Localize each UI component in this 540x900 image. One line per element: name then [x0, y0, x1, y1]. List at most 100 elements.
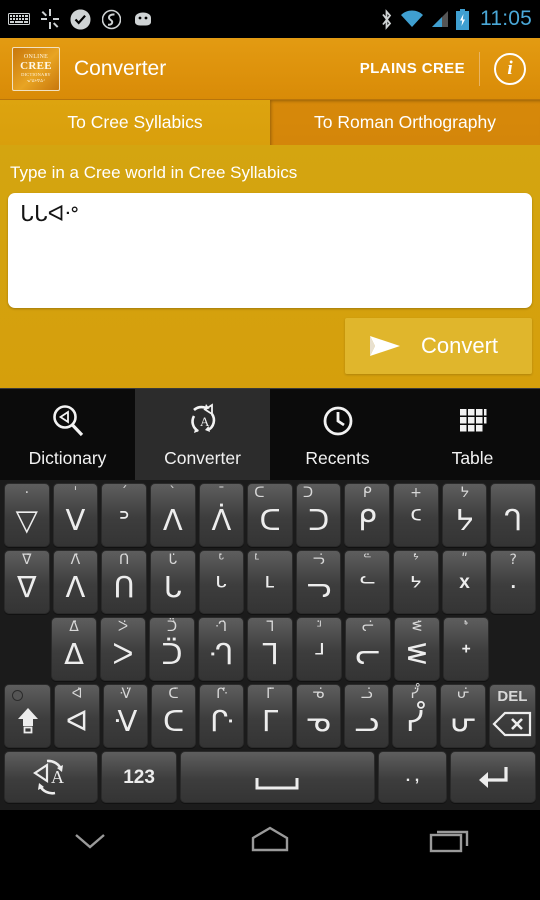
key-row3-7[interactable]: ᓬ̇ ᓬ [394, 617, 440, 681]
converter-panel: Type in a Cree world in Cree Syllabics ᒐ… [0, 145, 540, 388]
key-row1-1[interactable]: ˈᐯ [52, 483, 99, 547]
key-label: ᕂ [449, 703, 477, 738]
key-hint: ˈ [73, 485, 78, 501]
key-row4-4[interactable]: ᒕ̇ ᒕ [199, 684, 245, 748]
key-row2-8[interactable]: ᔾ̇ ᔾ [393, 550, 439, 614]
key-row2-4[interactable]: ᒡ̇ ᒡ [198, 550, 245, 614]
nav-item-converter[interactable]: A Converter [135, 389, 270, 480]
tab-bar: To Cree Syllabics To Roman Orthography [0, 100, 540, 145]
key-row4-5[interactable]: ᒥ̇ ᒥ [247, 684, 293, 748]
key-label: ▽ [15, 502, 38, 537]
key-label: ᓓ [306, 569, 332, 604]
convert-button-label: Convert [421, 333, 499, 358]
search-syllabic-icon [52, 405, 83, 437]
key-row4-9[interactable]: ᕂ̇ ᕂ [440, 684, 486, 748]
key-row1-6[interactable]: ᑐᑐ [295, 483, 342, 547]
key-hint: ᑕ̇ [168, 686, 179, 702]
key-row1-4[interactable]: ¯ ᐲ [198, 483, 245, 547]
status-bar-right-icons: 11:05 [380, 7, 532, 31]
tab-to-roman-orthography[interactable]: To Roman Orthography [270, 100, 540, 145]
key-row1-0[interactable]: · ▽ [4, 483, 50, 547]
keyboard-row-3: ᐃ̇ ᐃ ᐳ̇ ᐳ ᑒ̇ ᑒ ᒒ̇ ᒒ ᒣ̇ ᒣ ᒽ̇ ᒽ ᓕ̇ ᓕ ᓬ̇ ᓬ ᕀ̇ ᕀ [2, 617, 538, 681]
recents-icon[interactable] [422, 823, 478, 857]
key-hint: ᐱ̇ [70, 552, 81, 568]
bottom-navigation: Dictionary A Converter Recents Table [0, 388, 540, 480]
dialect-selector[interactable]: PLAINS CREE [360, 60, 465, 77]
key-hint: ᑒ̇ [166, 619, 178, 635]
key-label: ᓕ [355, 636, 381, 671]
key-row4-6[interactable]: ᓀ̇ ᓀ [295, 684, 341, 748]
key-label: ᕀ [460, 636, 472, 671]
key-row1-9[interactable]: ᔭᔭ [441, 483, 488, 547]
key-hint: + [410, 485, 422, 501]
nav-item-recents[interactable]: Recents [270, 389, 405, 480]
key-row2-1[interactable]: ᐱ̇ ᐱ [52, 550, 99, 614]
cellular-signal-icon [432, 11, 448, 27]
info-button[interactable]: i [494, 52, 526, 85]
key-row3-3[interactable]: ᒒ̇ ᒒ [198, 617, 244, 681]
language-switch-key[interactable]: A [4, 751, 99, 803]
s-logo-icon [102, 9, 121, 29]
key-row1-2[interactable]: ´ ᐣ [101, 483, 147, 547]
key-row3-4[interactable]: ᒣ̇ ᒣ [247, 617, 293, 681]
app-bar: ONLINE CREE DICTIONARY ᓀᐦᐃᔭᐍᐏᐣ Converter… [0, 38, 540, 100]
key-row2-10[interactable]: ?. [490, 550, 537, 614]
space-icon [255, 778, 299, 790]
shift-key[interactable] [4, 684, 52, 748]
key-row4-8[interactable]: ᓮ̇ ᓮ [392, 684, 438, 748]
key-row3-6[interactable]: ᓕ̇ ᓕ [345, 617, 391, 681]
status-bar-clock: 11:05 [480, 7, 532, 30]
grid-table-icon [459, 409, 486, 432]
key-hint: ᐊ̇ [71, 686, 83, 702]
chevron-down-icon[interactable] [62, 825, 118, 855]
key-row2-7[interactable]: ᓪ̇ ᓪ [344, 550, 391, 614]
tab-to-cree-syllabics[interactable]: To Cree Syllabics [0, 100, 270, 145]
key-hint: ᑭ [362, 485, 372, 501]
key-label: ᓪ [358, 569, 376, 604]
key-row3-5[interactable]: ᒽ̇ ᒽ [296, 617, 342, 681]
key-hint: ᒣ̇ [265, 619, 275, 635]
key-row2-3[interactable]: ᒐ̇ ᒐ [149, 550, 196, 614]
enter-key[interactable] [450, 751, 536, 803]
key-row3-2[interactable]: ᑒ̇ ᑒ [149, 617, 195, 681]
key-row3-8[interactable]: ᕀ̇ ᕀ [443, 617, 489, 681]
key-row4-2[interactable]: ᐺ̇ ᐺ [102, 684, 148, 748]
keyboard-function-row: A 123 . , [2, 751, 538, 803]
key-row1-8[interactable]: + ᑦ [393, 483, 439, 547]
key-label: ᐯ [65, 502, 86, 537]
key-row4-3[interactable]: ᑕ̇ ᑕ [150, 684, 197, 748]
key-row3-0[interactable]: ᐃ̇ ᐃ [51, 617, 97, 681]
numbers-key[interactable]: 123 [101, 751, 177, 803]
key-hint: ˋ [169, 485, 177, 501]
key-row3-1[interactable]: ᐳ̇ ᐳ [100, 617, 146, 681]
key-label: ᑦ [409, 502, 423, 537]
nav-item-dictionary[interactable]: Dictionary [0, 389, 135, 480]
key-row1-3[interactable]: ˋᐱ [149, 483, 196, 547]
syllabics-input[interactable]: ᒐᒐᐊᐧᐤ [8, 193, 532, 308]
app-logo[interactable]: ONLINE CREE DICTIONARY ᓀᐦᐃᔭᐍᐏᐣ [12, 46, 60, 91]
key-label: ᑐ [308, 502, 330, 537]
battery-charging-icon [456, 8, 469, 30]
key-row1-7[interactable]: ᑭᑭ [344, 483, 391, 547]
convert-button[interactable]: Convert [345, 318, 532, 374]
key-row2-5[interactable]: ᒻ̇ ᒻ [247, 550, 293, 614]
key-row4-7[interactable]: ᓗ̇ ᓗ [343, 684, 390, 748]
nav-item-table[interactable]: Table [405, 389, 540, 480]
delete-key[interactable]: DEL [488, 684, 537, 748]
key-row2-6[interactable]: ᓓ̇ ᓓ [295, 550, 342, 614]
status-bar: 11:05 [0, 0, 540, 38]
key-row1-5[interactable]: ᑕᑕ [247, 483, 293, 547]
key-row1-10[interactable]: ᒉ [490, 483, 537, 547]
space-key[interactable] [179, 751, 375, 803]
key-hint: ᓀ̇ [312, 686, 325, 702]
convert-arrows-icon: A [190, 403, 215, 433]
key-row2-9[interactable]: ʺx [441, 550, 488, 614]
key-label: ᒣ [261, 636, 279, 671]
key-row2-0[interactable]: ᐁ̇ ᐁ [4, 550, 50, 614]
key-row4-1[interactable]: ᐊ̇ ᐊ [54, 684, 100, 748]
home-icon[interactable] [242, 823, 298, 857]
key-label: ᐲ [211, 502, 232, 537]
punctuation-key[interactable]: . , [377, 751, 448, 803]
key-row2-2[interactable]: ᑎ̇ ᑎ [101, 550, 147, 614]
key-hint: ᔾ̇ [413, 552, 419, 568]
